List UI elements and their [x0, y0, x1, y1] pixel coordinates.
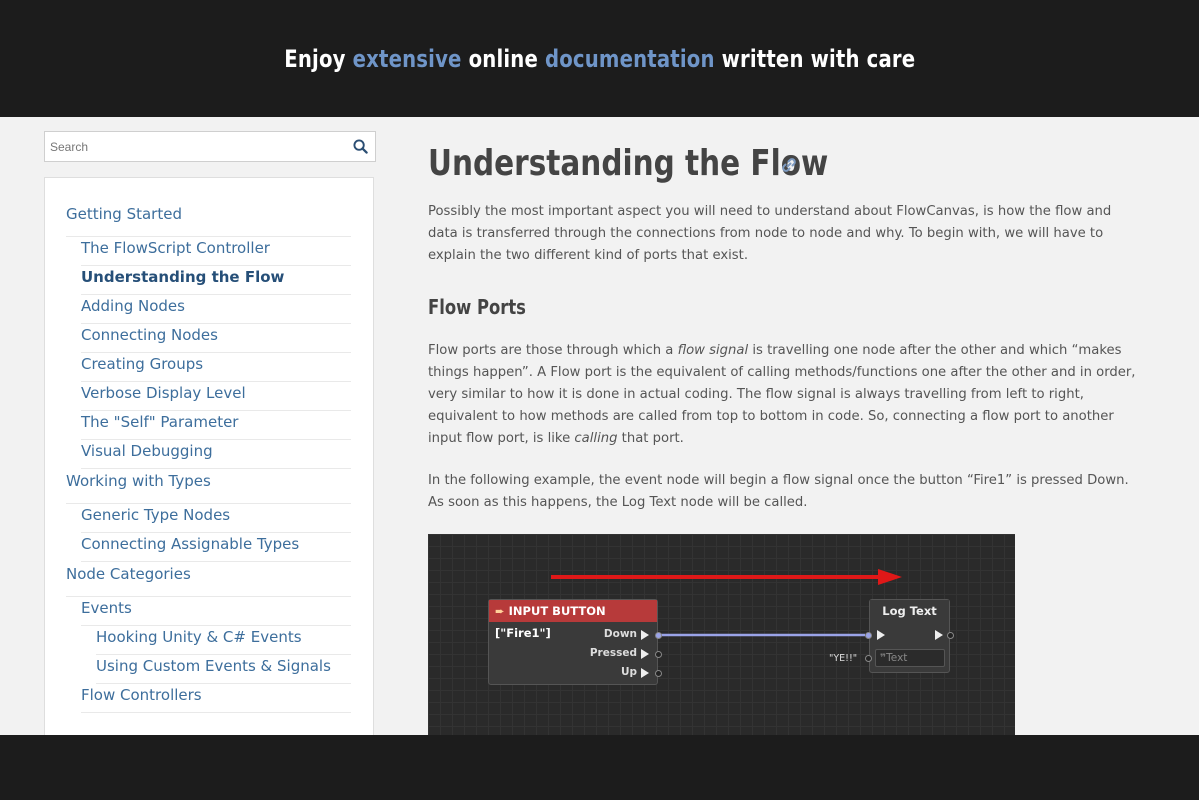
flow-out-arrow-icon — [935, 630, 943, 640]
docs-sidebar-nav: Getting Started The FlowScript Controlle… — [44, 177, 374, 735]
port-dot-text[interactable] — [865, 655, 872, 662]
nav-item-hooking-unity-events[interactable]: Hooking Unity & C# Events — [96, 626, 351, 655]
nav-item-connecting-assignable-types[interactable]: Connecting Assignable Types — [81, 533, 351, 562]
nav-item-events[interactable]: Events — [81, 597, 351, 626]
port-dot-pressed[interactable] — [655, 651, 662, 658]
port-dot-flow-out[interactable] — [947, 632, 954, 639]
flow-ports-paragraph: Flow ports are those through which a flo… — [428, 343, 1136, 446]
flow-out-arrow-icon — [641, 649, 649, 659]
port-dot-flow-in[interactable] — [865, 632, 872, 639]
nav-item-flowscript-controller[interactable]: The FlowScript Controller — [81, 237, 351, 266]
flow-out-arrow-icon — [641, 630, 649, 640]
banner-headline: Enjoy extensive online documentation wri… — [283, 44, 916, 73]
nav-item-adding-nodes[interactable]: Adding Nodes — [81, 295, 351, 324]
flow-direction-arrowhead — [878, 569, 902, 585]
nav-item-generic-type-nodes[interactable]: Generic Type Nodes — [81, 504, 351, 533]
nav-item-creating-groups[interactable]: Creating Groups — [81, 353, 351, 382]
port-dot-down[interactable] — [655, 632, 662, 639]
event-icon: ➨ — [495, 604, 505, 618]
nav-item-connecting-nodes[interactable]: Connecting Nodes — [81, 324, 351, 353]
nav-item-visual-debugging[interactable]: Visual Debugging — [81, 440, 351, 469]
log-text-node[interactable]: Log Text ❞Text — [865, 599, 954, 673]
port-label-pressed: Pressed — [589, 647, 637, 659]
search-input[interactable] — [45, 132, 345, 161]
intro-paragraph: Possibly the most important aspect you w… — [428, 204, 1112, 263]
search-box — [44, 131, 376, 162]
nav-item-getting-started[interactable]: Getting Started — [66, 202, 351, 237]
log-text-node-header: Log Text — [870, 600, 949, 622]
nav-item-verbose-display-level[interactable]: Verbose Display Level — [81, 382, 351, 411]
flow-graph-example: ➨ INPUT BUTTON ["Fire1"] Down Pressed Up… — [428, 534, 1015, 735]
bottom-bar — [0, 735, 1199, 800]
nav-item-understanding-the-flow[interactable]: Understanding the Flow — [81, 266, 351, 295]
nav-item-working-with-types[interactable]: Working with Types — [66, 469, 351, 504]
search-icon[interactable] — [345, 132, 375, 162]
port-dot-up[interactable] — [655, 670, 662, 677]
banner: Enjoy extensive online documentation wri… — [0, 0, 1199, 117]
nav-item-node-categories[interactable]: Node Categories — [66, 562, 351, 597]
page-title: Understanding the Flow — [428, 143, 829, 184]
example-paragraph: In the following example, the event node… — [428, 473, 1129, 510]
docs-content: Getting Started The FlowScript Controlle… — [0, 117, 1199, 735]
section-title-flow-ports: Flow Ports — [428, 295, 526, 319]
port-label-down: Down — [603, 628, 637, 640]
nav-item-self-parameter[interactable]: The "Self" Parameter — [81, 411, 351, 440]
flow-in-arrow-icon — [877, 630, 885, 640]
text-input-field[interactable]: ❞Text — [875, 649, 945, 667]
port-label-up: Up — [620, 666, 637, 678]
permalink-icon[interactable] — [780, 156, 798, 174]
text-port-value: "YE!!" — [829, 653, 858, 664]
input-button-node[interactable]: ➨ INPUT BUTTON ["Fire1"] Down Pressed Up — [488, 599, 662, 685]
nav-item-custom-events-signals[interactable]: Using Custom Events & Signals — [96, 655, 351, 684]
flow-out-arrow-icon — [641, 668, 649, 678]
input-button-node-header: ➨ INPUT BUTTON ["Fire1"] — [489, 600, 657, 640]
nav-item-flow-controllers[interactable]: Flow Controllers — [81, 684, 351, 713]
